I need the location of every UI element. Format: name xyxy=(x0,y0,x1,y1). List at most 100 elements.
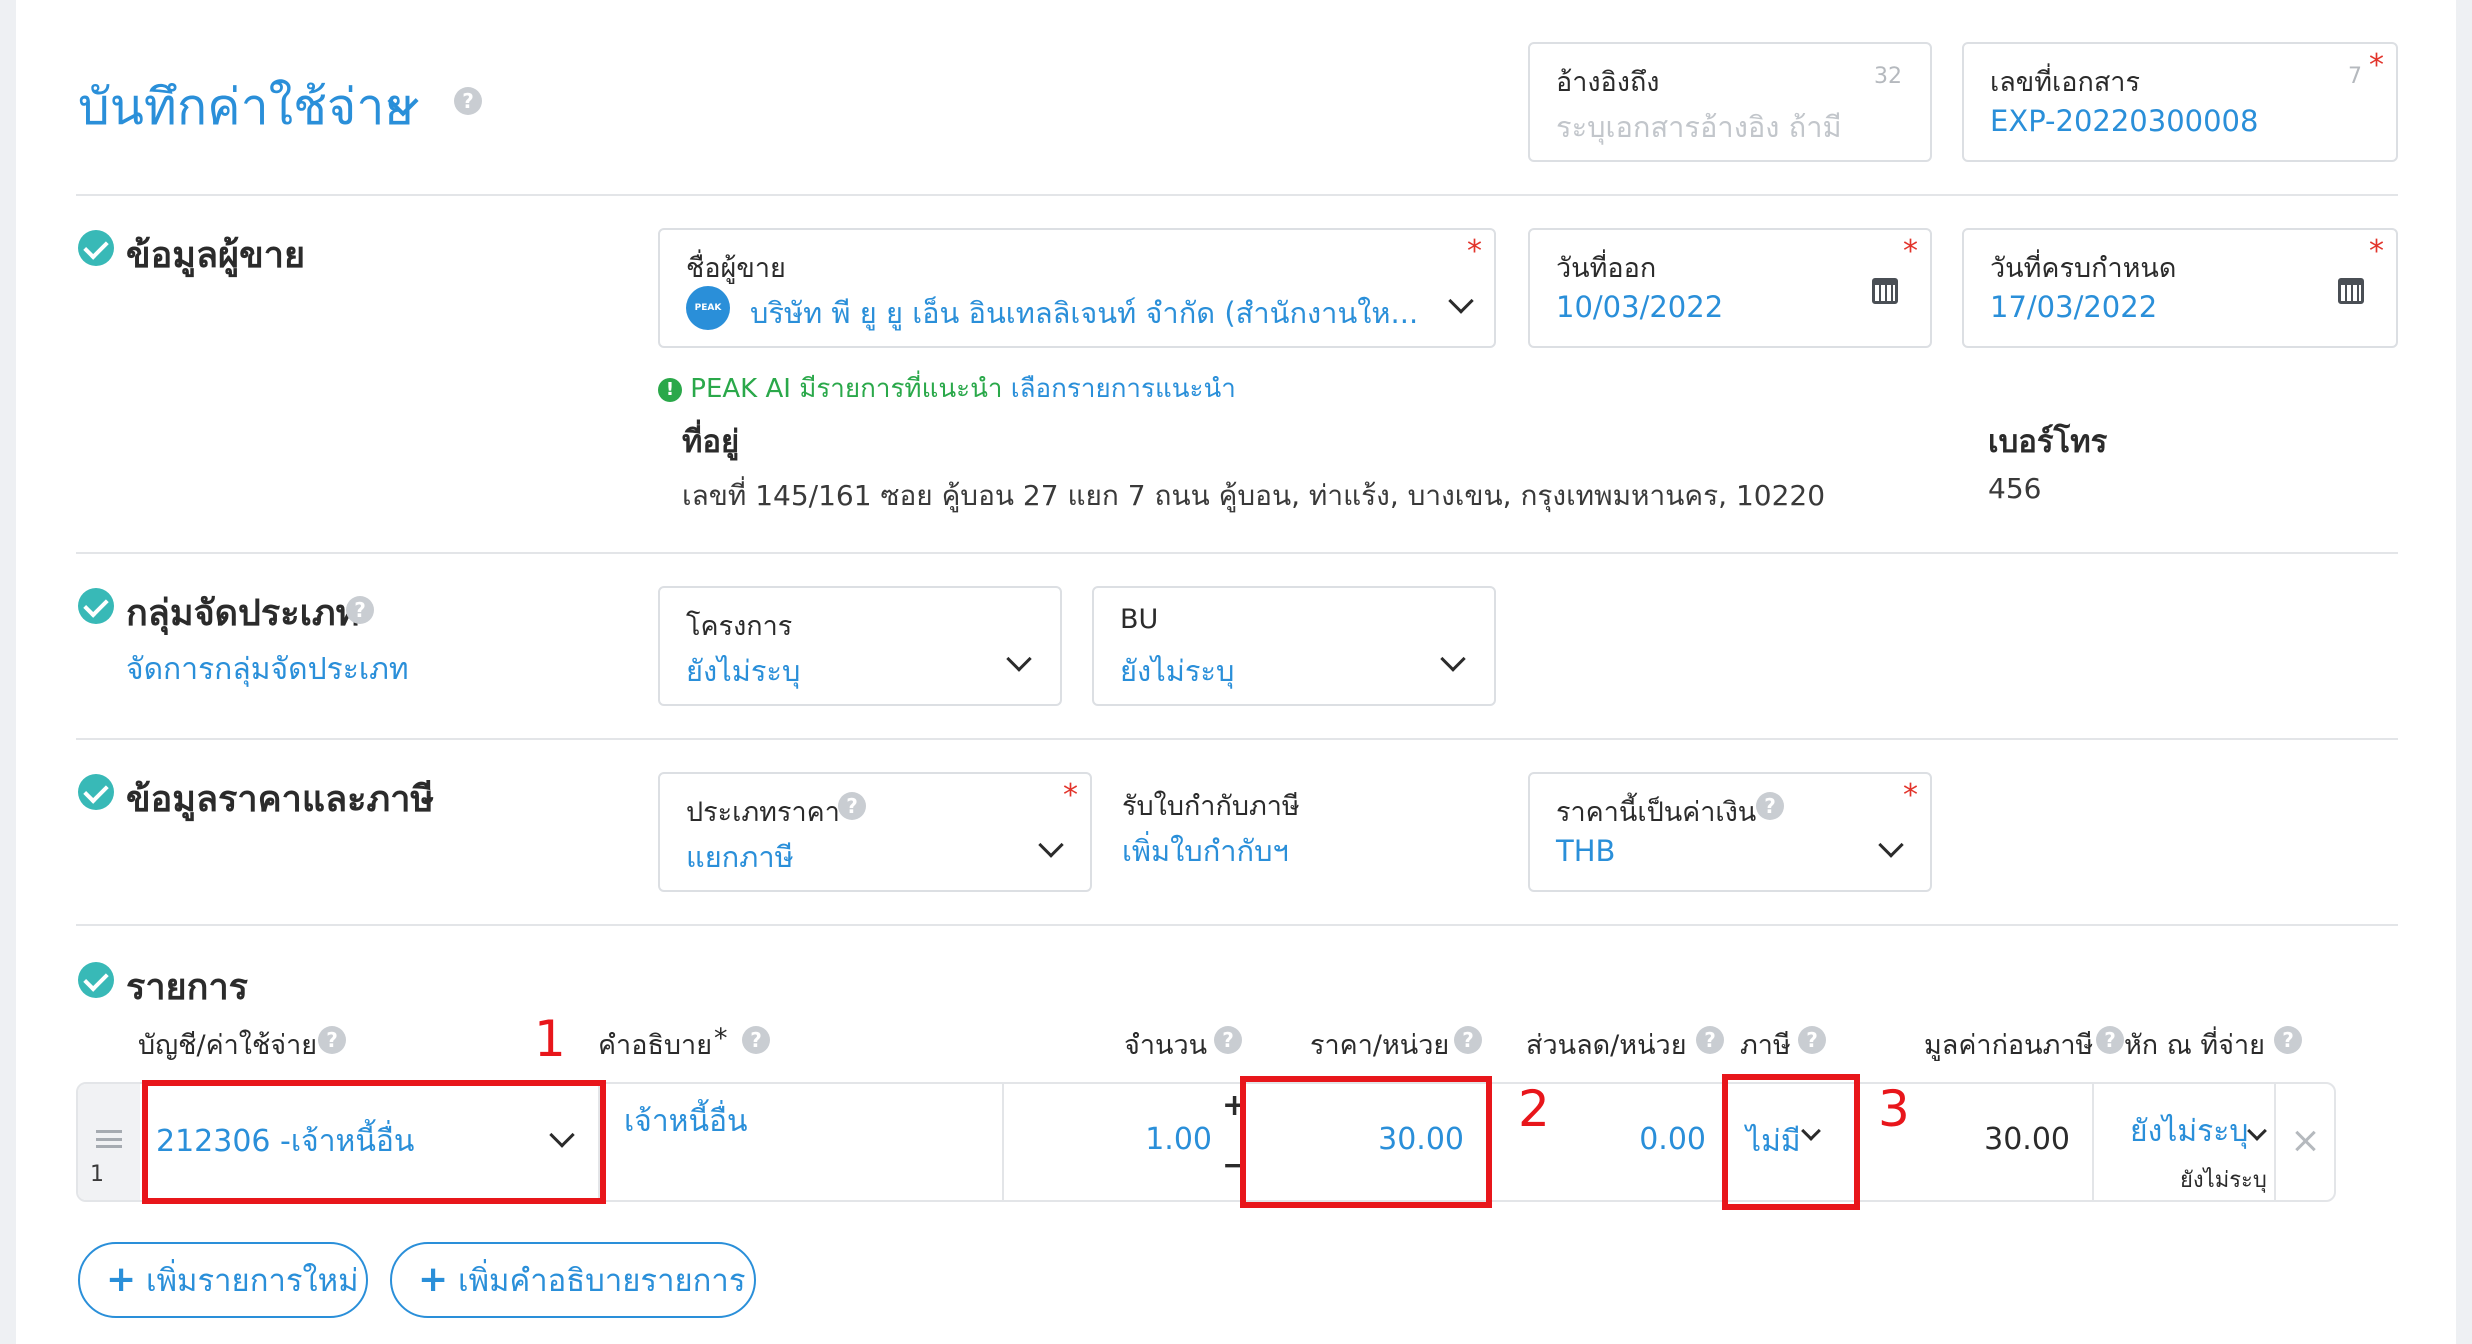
withholding-sub-value: ยังไม่ระบุ xyxy=(2180,1168,2267,1193)
currency-help-icon[interactable]: ? xyxy=(1756,792,1784,820)
phone-label: เบอร์โทร xyxy=(1988,424,2108,460)
project-select[interactable]: โครงการ ยังไม่ระบุ xyxy=(658,586,1062,706)
required-mark: * xyxy=(1903,234,1918,269)
currency-chevron-down-icon[interactable] xyxy=(1878,832,1904,858)
address-label: ที่อยู่ xyxy=(682,424,740,460)
add-item-label: เพิ่มรายการใหม่ xyxy=(146,1263,359,1299)
withholding-select[interactable]: ยังไม่ระบุ xyxy=(2130,1108,2248,1155)
qty-input[interactable]: 1.00 xyxy=(1100,1122,1212,1157)
project-chevron-down-icon[interactable] xyxy=(1006,646,1032,672)
bu-label: BU xyxy=(1120,604,1159,635)
col-withholding-help-icon[interactable]: ? xyxy=(2274,1026,2302,1054)
annotation-box-3 xyxy=(1722,1074,1860,1210)
add-description-button[interactable]: + เพิ่มคำอธิบายรายการ xyxy=(390,1242,756,1318)
price-section-check-icon xyxy=(78,774,114,810)
annotation-box-2 xyxy=(1240,1076,1492,1208)
bu-chevron-down-icon[interactable] xyxy=(1440,646,1466,672)
doc-number-label: เลขที่เอกสาร xyxy=(1990,67,2140,98)
col-account-help-icon[interactable]: ? xyxy=(318,1026,346,1054)
cell-divider xyxy=(2274,1084,2276,1200)
add-tax-invoice-link[interactable]: เพิ่มใบกำกับฯ xyxy=(1122,828,1289,874)
bu-value: ยังไม่ระบุ xyxy=(1120,654,1235,688)
issue-date-label: วันที่ออก xyxy=(1556,253,1657,284)
col-tax-help-icon[interactable]: ? xyxy=(1798,1026,1826,1054)
annotation-number-1: 1 xyxy=(534,1010,566,1068)
plus-icon: + xyxy=(106,1259,137,1300)
price-type-chevron-down-icon[interactable] xyxy=(1038,832,1064,858)
col-qty-help-icon[interactable]: ? xyxy=(1214,1026,1242,1054)
currency-select[interactable]: ราคานี้เป็นค่าเงิน ? * THB xyxy=(1528,772,1932,892)
ai-hint-icon: ! xyxy=(658,377,682,402)
required-mark: * xyxy=(2369,234,2384,269)
col-description: คำอธิบาย xyxy=(598,1030,713,1061)
required-mark: * xyxy=(714,1023,728,1054)
ai-hint-text: PEAK AI มีรายการที่แนะนำ xyxy=(690,374,1003,404)
vendor-value: บริษัท พี ยู ยู เอ็น อินเทลลิเจนท์ จำกัด… xyxy=(750,296,1419,330)
annotation-number-3: 3 xyxy=(1878,1080,1910,1138)
cell-divider xyxy=(2092,1084,2094,1200)
due-date-field[interactable]: วันที่ครบกำหนด * 17/03/2022 xyxy=(1962,228,2398,348)
right-gutter xyxy=(2456,0,2472,1344)
col-price: ราคา/หน่วย xyxy=(1310,1030,1450,1061)
title-help-icon[interactable]: ? xyxy=(454,87,482,115)
price-type-select[interactable]: ประเภทราคา ? * แยกภาษี xyxy=(658,772,1092,892)
discount-input[interactable]: 0.00 xyxy=(1560,1122,1706,1157)
col-discount-help-icon[interactable]: ? xyxy=(1696,1026,1724,1054)
doc-number-field[interactable]: เลขที่เอกสาร 7 * EXP-20220300008 xyxy=(1962,42,2398,162)
manage-groups-link[interactable]: จัดการกลุ่มจัดประเภท xyxy=(126,646,409,693)
currency-value: THB xyxy=(1556,834,1616,868)
vendor-section-check-icon xyxy=(78,230,114,266)
page-title[interactable]: บันทึกค่าใช้จ่าย xyxy=(78,68,414,147)
divider xyxy=(76,924,2398,926)
col-pretax: มูลค่าก่อนภาษี xyxy=(1924,1030,2094,1061)
vendor-logo-text: PEAK xyxy=(694,303,722,313)
calendar-icon[interactable] xyxy=(1872,278,1898,304)
annotation-number-2: 2 xyxy=(1518,1080,1550,1138)
required-mark: * xyxy=(2369,48,2384,83)
divider xyxy=(76,738,2398,740)
remove-row-close-icon[interactable] xyxy=(2286,1122,2326,1162)
col-withholding: หัก ณ ที่จ่าย xyxy=(2124,1030,2265,1061)
due-date-value: 17/03/2022 xyxy=(1990,290,2158,324)
col-price-help-icon[interactable]: ? xyxy=(1454,1026,1482,1054)
vendor-select[interactable]: ชื่อผู้ขาย * PEAK บริษัท พี ยู ยู เอ็น อ… xyxy=(658,228,1496,348)
issue-date-field[interactable]: วันที่ออก * 10/03/2022 xyxy=(1528,228,1932,348)
left-gutter xyxy=(0,0,16,1344)
doc-number-char-count: 7 xyxy=(2348,64,2362,89)
price-type-help-icon[interactable]: ? xyxy=(838,792,866,820)
vendor-logo-icon: PEAK xyxy=(686,286,730,330)
add-item-button[interactable]: + เพิ่มรายการใหม่ xyxy=(78,1242,368,1318)
col-tax: ภาษี xyxy=(1740,1030,1791,1061)
ai-hint-link[interactable]: เลือกรายการแนะนำ xyxy=(1011,374,1236,404)
description-input[interactable]: เจ้าหนี้อื่น xyxy=(624,1098,748,1145)
col-discount: ส่วนลด/หน่วย xyxy=(1526,1030,1687,1061)
tax-invoice-label: รับใบกำกับภาษี xyxy=(1122,791,1300,822)
reference-char-count: 32 xyxy=(1874,64,1902,89)
ai-hint: ! PEAK AI มีรายการที่แนะนำ เลือกรายการแน… xyxy=(658,368,1236,409)
divider xyxy=(76,194,2398,196)
project-label: โครงการ xyxy=(686,611,793,642)
drag-handle-icon[interactable] xyxy=(96,1130,122,1148)
plus-icon: + xyxy=(418,1259,449,1300)
required-mark: * xyxy=(1063,778,1078,813)
reference-placeholder: ระบุเอกสารอ้างอิง ถ้ามี xyxy=(1556,110,1842,144)
vendor-chevron-down-icon[interactable] xyxy=(1448,288,1474,314)
calendar-icon[interactable] xyxy=(2338,278,2364,304)
group-help-icon[interactable]: ? xyxy=(346,596,374,624)
price-type-value: แยกภาษี xyxy=(686,840,794,874)
bu-select[interactable]: BU ยังไม่ระบุ xyxy=(1092,586,1496,706)
price-type-label: ประเภทราคา xyxy=(686,797,840,828)
phone-value: 456 xyxy=(1988,472,2042,505)
required-mark: * xyxy=(1467,234,1482,269)
required-mark: * xyxy=(1903,778,1918,813)
col-description-help-icon[interactable]: ? xyxy=(742,1026,770,1054)
reference-field[interactable]: อ้างอิงถึง 32 ระบุเอกสารอ้างอิง ถ้ามี xyxy=(1528,42,1932,162)
col-qty: จำนวน xyxy=(1124,1030,1208,1061)
currency-label: ราคานี้เป็นค่าเงิน xyxy=(1556,797,1757,828)
items-section-title: รายการ xyxy=(126,967,248,1008)
address-value: เลขที่ 145/161 ซอย คู้บอน 27 แยก 7 ถนน ค… xyxy=(682,479,1826,512)
col-pretax-help-icon[interactable]: ? xyxy=(2096,1026,2124,1054)
vendor-label: ชื่อผู้ขาย xyxy=(686,253,786,284)
cell-divider xyxy=(1002,1084,1004,1200)
vendor-section-title: ข้อมูลผู้ขาย xyxy=(126,235,306,276)
